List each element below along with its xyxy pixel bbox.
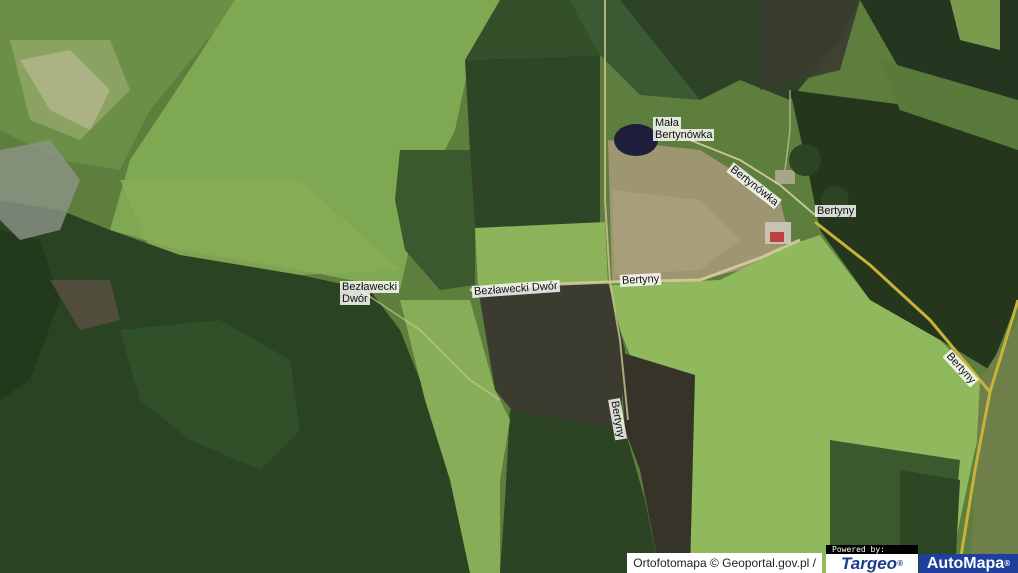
label-bertyny-village: Bertyny [815,205,857,217]
targeo-logo[interactable]: Targeo® [826,554,918,573]
attribution-separator: / [812,556,816,570]
label-bezlawecki-dwor-line1: Bezławecki [340,281,400,293]
label-mala-bertynowka-line2: Bertynówka [653,129,715,141]
map-view[interactable]: Mała Bertynówka Bezławecki Dwór Bezławec… [0,0,1018,573]
label-mala-bertynowka-line1: Mała [653,117,681,129]
brand-logos[interactable]: Powered by: Targeo® AutoMapa® [824,545,1018,573]
road-label-bertyny-center: Bertyny [619,272,662,287]
attribution-text: Ortofotomapa © Geoportal.gov.pl [633,556,810,570]
automapa-logo[interactable]: AutoMapa® [919,554,1018,573]
automapa-text: AutoMapa [926,555,1005,572]
label-bezlawecki-dwor-line2: Dwór [340,293,370,305]
powered-by-label: Powered by: [826,545,918,554]
attribution: Ortofotomapa © Geoportal.gov.pl / [627,553,822,573]
label-mala-bertynowka: Mała Bertynówka [651,117,716,141]
targeo-registered: ® [897,559,903,568]
label-bezlawecki-dwor-place: Bezławecki Dwór [338,281,401,305]
automapa-registered: ® [1004,559,1011,568]
targeo-text: Targeo [841,554,898,573]
